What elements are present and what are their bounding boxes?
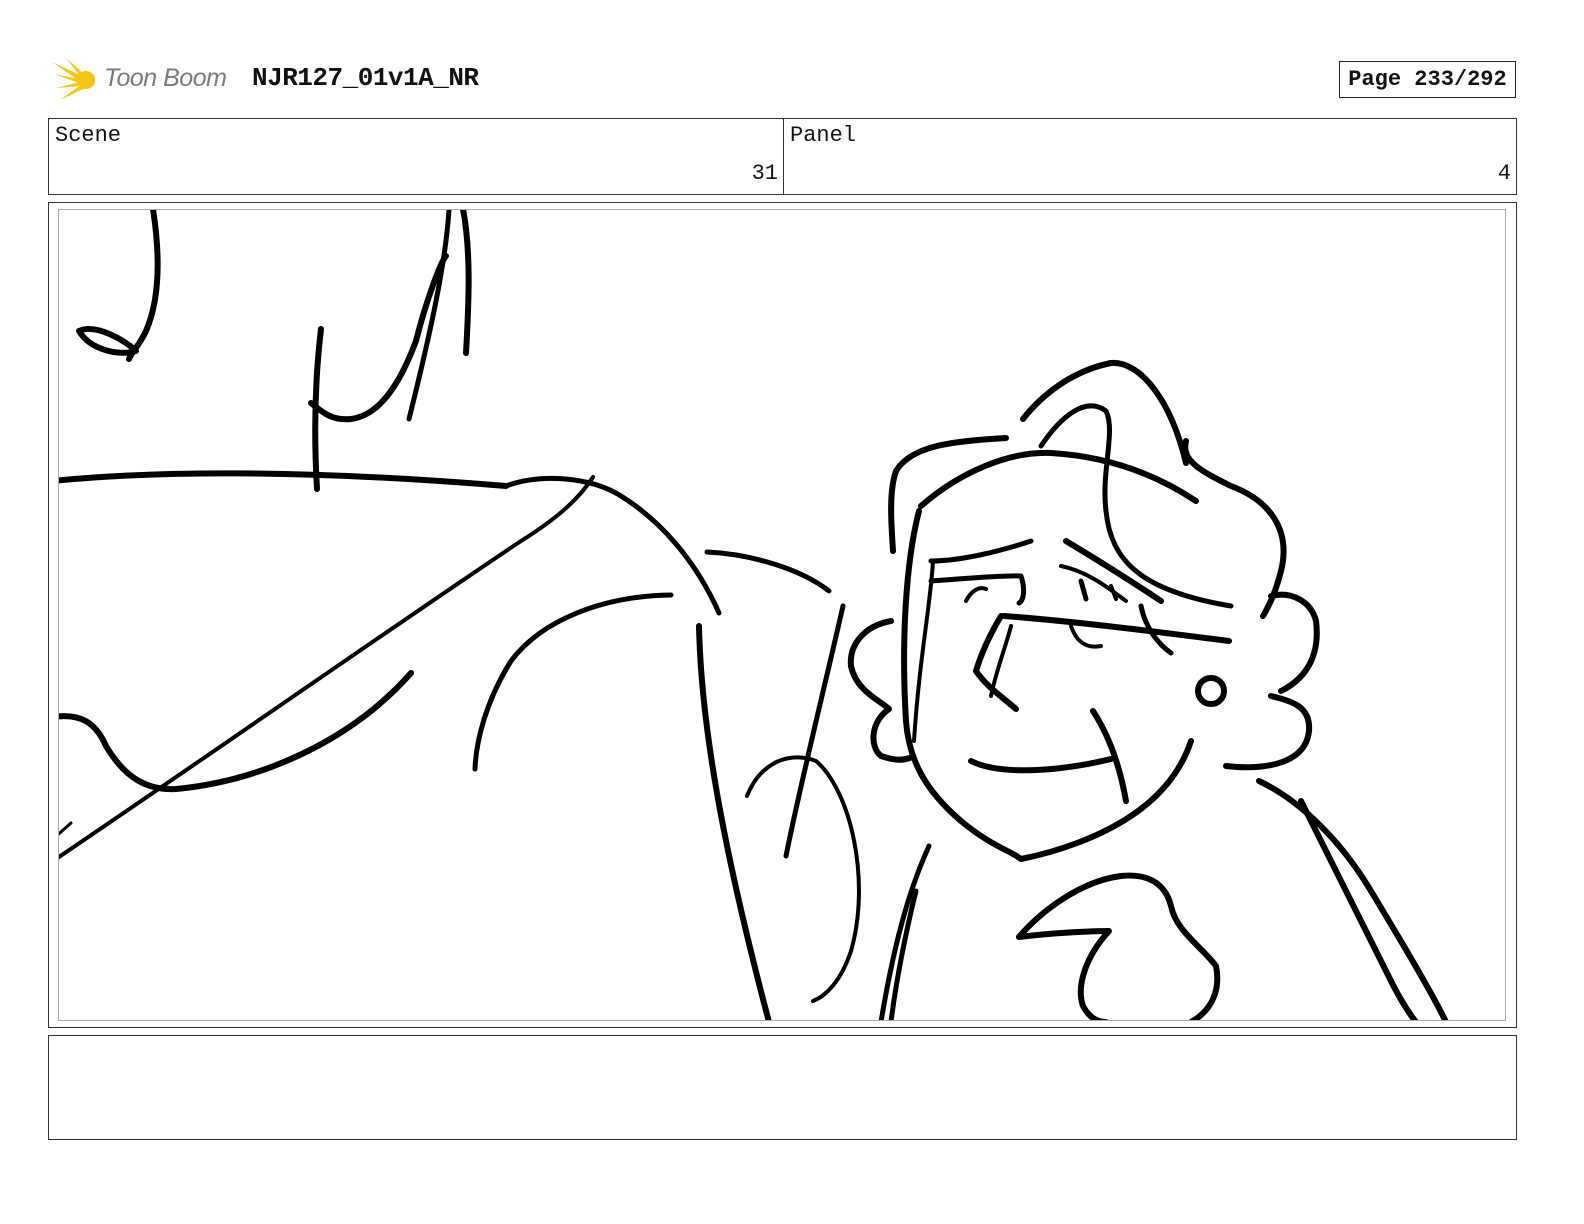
panel-number: 4 xyxy=(1497,161,1511,186)
document-title: NJR127_01v1A_NR xyxy=(252,63,479,93)
scene-cell: Scene 31 xyxy=(49,119,784,194)
notes-box xyxy=(48,1035,1517,1140)
scene-panel-info-bar: Scene 31 Panel 4 xyxy=(48,118,1517,195)
scene-number: 31 xyxy=(751,161,778,186)
panel-cell: Panel 4 xyxy=(784,119,1516,194)
logo-wordmark: Toon Boom xyxy=(104,64,227,92)
page-indicator: Page 233/292 xyxy=(1339,61,1516,98)
scene-label: Scene xyxy=(55,123,122,148)
panel-label: Panel xyxy=(790,123,857,148)
storyboard-panel-image xyxy=(58,209,1506,1021)
toon-boom-logo: Toon Boom xyxy=(52,54,242,106)
starburst-icon xyxy=(52,58,95,100)
sketch-drawing xyxy=(59,210,1449,1020)
